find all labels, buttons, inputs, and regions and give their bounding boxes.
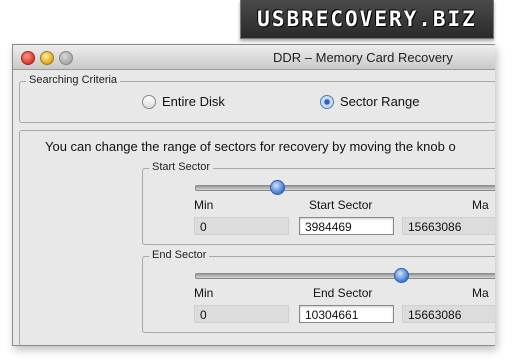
end-sector-input[interactable]: 10304661 (299, 305, 394, 323)
radio-unselected-icon (142, 94, 156, 109)
end-min-label: Min (194, 286, 214, 300)
start-min-label: Min (194, 198, 214, 212)
close-button[interactable] (21, 51, 35, 65)
zoom-button[interactable] (59, 51, 73, 65)
sector-range-radio[interactable]: Sector Range (320, 94, 420, 109)
start-sector-input[interactable]: 3984469 (299, 217, 394, 235)
start-sector-group: Start Sector Min 0 Start Sector 3984469 … (142, 161, 495, 245)
end-sector-knob[interactable] (393, 268, 409, 283)
searching-criteria-legend: Searching Criteria (26, 74, 121, 86)
watermark-text: USBRECOVERY.BIZ (257, 7, 477, 31)
start-value-label: Start Sector (309, 198, 373, 212)
end-min-field: 0 (194, 305, 289, 323)
watermark-banner: USBRECOVERY.BIZ (240, 0, 494, 39)
end-sector-group: End Sector Min 0 End Sector 10304661 Ma … (142, 249, 495, 333)
end-value-label: End Sector (313, 286, 373, 300)
window-title: DDR – Memory Card Recovery (273, 50, 453, 65)
title-bar: DDR – Memory Card Recovery (13, 45, 495, 70)
end-max-field: 15663086 (402, 305, 495, 323)
start-sector-knob[interactable] (269, 180, 285, 195)
start-sector-slider[interactable] (195, 180, 495, 195)
start-max-field: 15663086 (402, 217, 495, 235)
sector-range-label: Sector Range (340, 94, 420, 109)
start-min-field: 0 (194, 217, 289, 235)
app-window: DDR – Memory Card Recovery Searching Cri… (12, 44, 495, 346)
entire-disk-label: Entire Disk (162, 94, 225, 109)
entire-disk-radio[interactable]: Entire Disk (142, 94, 225, 109)
end-sector-legend: End Sector (149, 249, 210, 261)
range-info-text: You can change the range of sectors for … (45, 139, 456, 154)
searching-criteria-group: Searching Criteria Entire Disk Sector Ra… (19, 74, 495, 123)
minimize-button[interactable] (40, 51, 54, 65)
end-sector-slider[interactable] (195, 268, 495, 283)
end-max-label: Ma (472, 286, 489, 300)
start-max-label: Ma (472, 198, 489, 212)
radio-selected-icon (320, 94, 334, 109)
start-sector-legend: Start Sector (149, 161, 214, 173)
